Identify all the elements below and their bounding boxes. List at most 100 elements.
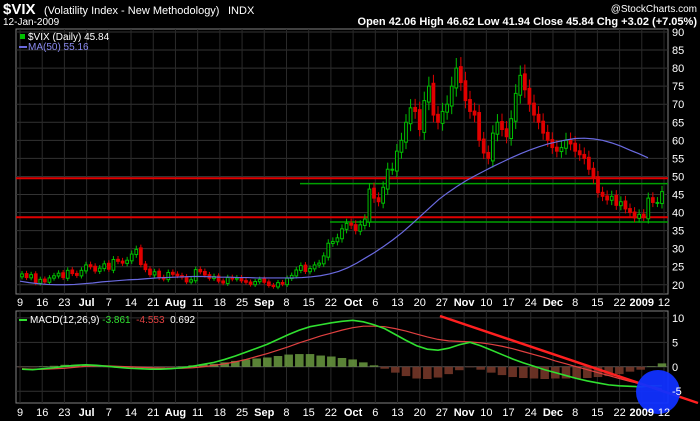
candle-body [248, 281, 253, 285]
price-x-tick-label: 9 [17, 297, 23, 309]
candle-body [102, 263, 107, 270]
price-y-tick-label: 80 [672, 63, 684, 75]
candle-body [52, 275, 56, 279]
candle-body [353, 224, 358, 232]
candle-body [152, 271, 157, 276]
price-x-tick-label: 23 [58, 297, 70, 309]
candle-body [522, 73, 527, 91]
candle-body [609, 195, 614, 201]
macd-histogram-bar [647, 366, 656, 367]
macd-x-tick-label: 18 [214, 407, 226, 419]
chart-symbol: $VIX [3, 1, 36, 18]
candle-body [472, 110, 477, 116]
price-y-tick-label: 75 [672, 81, 684, 93]
candle-body [47, 277, 52, 283]
macd-x-tick-label: 22 [325, 407, 337, 419]
candle-body [381, 186, 386, 204]
macd-histogram-bar [17, 366, 27, 368]
candle-body [285, 277, 290, 286]
macd-histogram-bar [369, 365, 379, 367]
price-y-tick-label: 85 [672, 45, 684, 57]
macd-histogram-bar [263, 357, 272, 367]
candle-body [481, 138, 486, 154]
candle-body [340, 228, 344, 240]
macd-histogram-bar [508, 366, 517, 378]
price-x-tick-label: Aug [165, 297, 186, 309]
price-y-tick-label: 35 [672, 226, 684, 238]
candle-body [408, 107, 413, 125]
candle-body [244, 280, 248, 283]
vix-chart: 20 25 30 35 40 45 50 55 60 65 70 75 80 85 90 -5 0 5 10 9 1… [3, 1, 699, 419]
macd-histogram-bar [39, 366, 48, 367]
macd-histogram-bar [455, 366, 464, 371]
price-panel-border [15, 28, 669, 295]
price-y-tick-label: 45 [672, 190, 684, 202]
macd-histogram-bar [444, 366, 453, 375]
macd-x-tick-label: 10 [480, 407, 492, 419]
price-x-tick-label: 15 [591, 297, 603, 309]
candle-body [344, 222, 349, 230]
macd-histogram-bar [273, 356, 283, 367]
macd-histogram-bar [348, 359, 357, 367]
candle-body [417, 109, 422, 130]
candle-body [504, 128, 509, 138]
price-y-tick-label: 65 [672, 117, 684, 129]
macd-histogram-bar [295, 354, 304, 367]
candle-body [545, 131, 550, 141]
candle-body [257, 278, 262, 283]
candle-body [490, 132, 495, 162]
macd-x-tick-label: 25 [236, 407, 248, 419]
price-x-tick-label: 20 [414, 297, 426, 309]
price-x-tick-label: 8 [572, 297, 578, 309]
watermark: @StockCharts.com [611, 4, 697, 15]
macd-histogram-bar [167, 366, 176, 368]
chart-date: 12-Jan-2009 [3, 17, 60, 28]
candle-body [623, 200, 628, 210]
ohlc-readout: Open 42.06 High 46.62 Low 41.94 Close 45… [358, 16, 698, 28]
price-x-tick-label: 13 [391, 297, 403, 309]
candle-body [170, 271, 175, 275]
candle-body [422, 100, 427, 133]
candle-body [532, 102, 536, 116]
candle-body [372, 187, 376, 199]
macd-y-ticks: -5 0 5 10 [672, 313, 684, 398]
candle-body [29, 274, 34, 279]
candle-body [426, 85, 431, 103]
price-y-tick-label: 50 [672, 171, 684, 183]
candle-body [385, 168, 390, 190]
candle-body [568, 139, 573, 145]
legend-price-swatch [20, 34, 25, 39]
candle-body [477, 112, 482, 141]
price-x-tick-label: 7 [106, 297, 112, 309]
price-x-tick-label: 15 [303, 297, 315, 309]
price-x-tick-label: Sep [254, 297, 274, 309]
price-x-tick-label: 11 [192, 297, 203, 309]
candle-body [463, 80, 468, 102]
candle-body [166, 272, 171, 281]
macd-x-tick-label: 8 [572, 407, 578, 419]
candle-body [202, 270, 207, 276]
candle-body [120, 260, 125, 264]
candle-body [79, 269, 84, 277]
candle-body [573, 142, 578, 152]
macd-histogram-bar [28, 366, 37, 368]
macd-x-tick-label: 15 [591, 407, 603, 419]
macd-x-tick-label: Dec [543, 407, 563, 419]
candle-body [582, 153, 587, 159]
macd-histogram-bar [252, 358, 261, 367]
macd-y-tick-label: -5 [672, 386, 682, 398]
price-x-tick-label: 24 [525, 297, 537, 309]
macd-histogram-bar [465, 366, 475, 368]
legend-macd: MACD(12,26,9) -3.861, -4.553, 0.692 [30, 315, 196, 326]
macd-histogram-bar [423, 366, 432, 379]
macd-x-tick-label: 27 [436, 407, 448, 419]
candle-body [536, 113, 541, 123]
macd-histogram-bar [572, 366, 581, 379]
macd-histogram-bar [305, 354, 315, 367]
price-y-tick-label: 30 [672, 244, 684, 256]
macd-histogram-bar [636, 366, 645, 370]
candle-body [591, 167, 596, 179]
candle-body [24, 273, 29, 279]
macd-y-tick-label: 0 [672, 362, 678, 374]
macd-histogram-bar [476, 366, 485, 370]
